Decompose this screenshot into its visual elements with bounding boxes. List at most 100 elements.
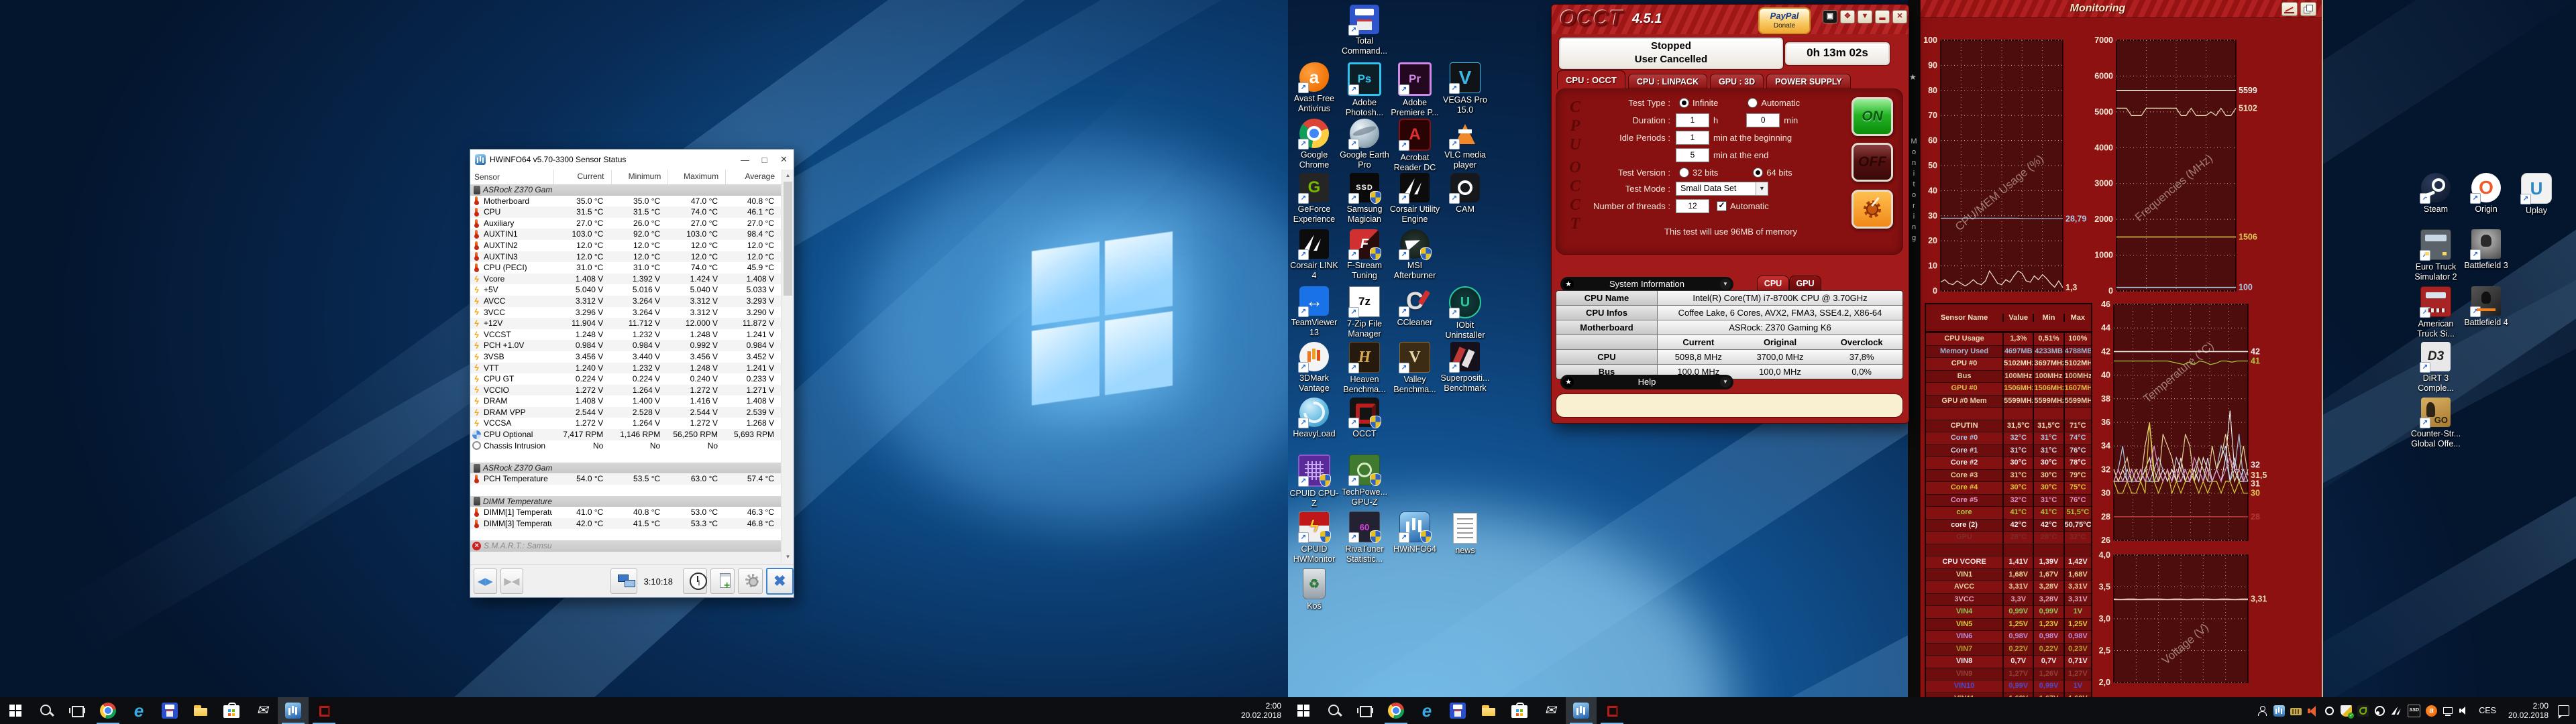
desktop-icon-iobit[interactable]: UIObitUninstaller [1440,286,1491,341]
sysinfo-tab-cpu[interactable]: CPU [1757,276,1789,292]
minimize-button[interactable]: ▂ [1875,10,1890,23]
table-group-row[interactable]: ASRock Z370 Gamin... [470,184,781,196]
language-indicator[interactable]: CES [2473,706,2502,715]
tab-gpu-3d[interactable]: GPU : 3D [1710,74,1764,89]
chevron-down-icon[interactable]: ▼ [1720,377,1731,387]
table-group-row[interactable]: ASRock Z370 Gamin... [470,463,781,474]
idle-end-input[interactable] [1676,148,1709,162]
desktop-icon-heavyload[interactable]: HeavyLoad [1289,398,1340,439]
taskbar-search-button[interactable] [1319,697,1350,724]
table-row[interactable]: 3VCC3.296 V3.264 V3.312 V3.290 V [470,307,781,318]
desktop-icon-steam[interactable]: Steam [2410,173,2461,215]
options-button[interactable] [1851,190,1893,229]
scrollbar-thumb[interactable] [784,182,792,296]
column-average[interactable]: Average [726,170,782,184]
taskbar-occt-button[interactable] [1597,697,1627,724]
report-button[interactable] [710,568,735,594]
taskbar-edge-button[interactable] [123,697,154,724]
taskbar-edge-button[interactable] [1411,697,1442,724]
taskbar-store-button[interactable] [1504,697,1535,724]
desktop-icon-rivatuner[interactable]: 60RivaTunerStatistic... [1339,511,1390,564]
table-group-row[interactable]: S.M.A.R.T.: Samsu... [470,540,781,552]
desktop-icon-google[interactable]: GoogleChrome [1289,119,1340,170]
settings-button[interactable] [738,568,762,594]
desktop-icon-total[interactable]: TotalCommand... [1339,5,1390,56]
tray-nvidia-icon[interactable] [2357,705,2369,717]
taskbar-clock[interactable]: 2:0020.02.2018 [2502,701,2555,720]
move-button[interactable]: ✥ [1840,10,1855,23]
table-row[interactable]: VCCIO1.272 V1.264 V1.272 V1.271 V [470,385,781,396]
tab-power-supply[interactable]: POWER SUPPLY [1766,74,1851,89]
desktop-icon-samsung[interactable]: SSDSamsungMagician [1339,173,1390,225]
tray-hwinfo-icon[interactable] [2273,705,2285,717]
automatic-radio[interactable] [1748,98,1758,108]
table-row[interactable]: DIMM[3] Temperature42.0 °C41.5 °C53.3 °C… [470,518,781,530]
nav-arrows-button[interactable]: ◀▶ [474,568,497,594]
duration-minutes-input[interactable] [1746,113,1780,127]
tray-cam-icon[interactable] [2324,705,2335,717]
desktop-icon-heaven[interactable]: HHeavenBenchma... [1339,342,1390,395]
desktop-icon-geforce[interactable]: GGeForceExperience [1289,173,1340,225]
taskbar-store-button[interactable] [216,697,247,724]
table-group-row[interactable]: DIMM Temperature ... [470,496,781,507]
screenshot-button[interactable]: ▣ [1823,10,1837,23]
desktop-icon-avast-free[interactable]: aAvast FreeAntivirus [1289,62,1340,114]
desktop-icon-american[interactable]: AmericanTruck Si... [2410,286,2461,339]
desktop-icon-corsair-link[interactable]: Corsair LINK4 [1289,229,1340,281]
desktop-icon-occt[interactable]: OCCT [1339,398,1390,439]
desktop-icon-corsair-utility[interactable]: Corsair UtilityEngine [1389,173,1440,225]
taskbar-totalcmd-button[interactable] [154,697,185,724]
desktop-icon-ko-[interactable]: ♻Koš [1289,568,1340,611]
infinite-radio[interactable] [1679,98,1689,108]
tab-cpu-linpack[interactable]: CPU : LINPACK [1628,74,1707,89]
column-sensor[interactable]: Sensor [470,170,554,184]
tray-rtss-icon[interactable] [2290,708,2302,715]
table-row[interactable]: Motherboard35.0 °C35.0 °C47.0 °C40.8 °C [470,196,781,207]
bits32-radio[interactable] [1679,168,1689,178]
desktop-icon-cpuid[interactable]: ϟCPUIDHWMonitor [1289,511,1340,564]
table-row[interactable]: Chassis IntrusionNoNoNo [470,440,781,452]
table-row[interactable]: AUXTIN212.0 °C12.0 °C12.0 °C12.0 °C [470,240,781,251]
taskbar-chrome-button[interactable] [1381,697,1411,724]
taskbar-totalcmd-button[interactable] [1442,697,1473,724]
table-row[interactable]: 3VSB3.456 V3.440 V3.456 V3.452 V [470,351,781,363]
action-center-icon[interactable] [2558,705,2569,716]
monitoring-titlebar[interactable]: Monitoring [1921,0,2322,18]
column-current[interactable]: Current [554,170,612,184]
minimize-button[interactable]: — [735,149,755,170]
tray-defender-icon[interactable] [2341,705,2352,717]
close-button[interactable]: ✕ [774,149,794,170]
taskbar-hwinfo-button[interactable] [1566,697,1597,724]
desktop-icon-f-stream[interactable]: FF-StreamTuning [1339,229,1390,281]
tray-avast-icon[interactable] [2426,705,2437,717]
tab-cpu-occt[interactable]: CPU : OCCT [1557,70,1625,89]
stop-test-button[interactable]: OFF [1851,143,1893,182]
desktop-icon-vlc-media[interactable]: VLC mediaplayer [1440,119,1491,170]
tray-audio-icon[interactable] [2307,705,2318,717]
desktop-icon-vegas-pro[interactable]: VVEGAS Pro15.0 [1440,62,1491,115]
desktop-icon-news[interactable]: news [1440,511,1491,556]
desktop-icon-valley[interactable]: VValleyBenchma... [1389,342,1440,395]
hwinfo-titlebar[interactable]: HWiNFO64 v5.70-3300 Sensor Status — □ ✕ [470,149,794,170]
taskbar-mail-button[interactable] [247,697,278,724]
desktop-icon-hwinfo64[interactable]: HWiNFO64 [1389,511,1440,554]
tray-volume-icon[interactable] [2459,705,2471,717]
monitoring-strip[interactable]: ★ Monitoring [1908,0,1920,697]
desktop-icon-uplay[interactable]: UUplay [2511,173,2562,216]
tray-corsair-icon[interactable] [2391,705,2402,717]
desktop-icon-adobe[interactable]: PrAdobePremiere P... [1389,62,1440,118]
help-header[interactable]: ★ Help ▼ [1560,375,1733,389]
test-mode-select[interactable]: Small Data Set ▼ [1676,182,1768,196]
desktop-icon-cam[interactable]: CAM [1440,173,1491,215]
vertical-scrollbar[interactable]: ▲ ▼ [782,170,794,562]
desktop-icon-msi[interactable]: MSIAfterburner [1389,229,1440,281]
taskbar-search-button[interactable] [31,697,62,724]
copy-button[interactable] [2300,2,2316,16]
column-maximum[interactable]: Maximum [668,170,726,184]
desktop-icon-battlefield-3[interactable]: Battlefield 3 [2461,229,2512,271]
tray-network-icon[interactable] [2443,705,2454,717]
taskbar-mail-button[interactable] [1535,697,1566,724]
desktop-icon-adobe[interactable]: PsAdobePhotosh... [1339,62,1390,118]
idle-begin-input[interactable] [1676,131,1709,145]
paypal-donate-button[interactable]: PayPal Donate [1758,7,1811,34]
